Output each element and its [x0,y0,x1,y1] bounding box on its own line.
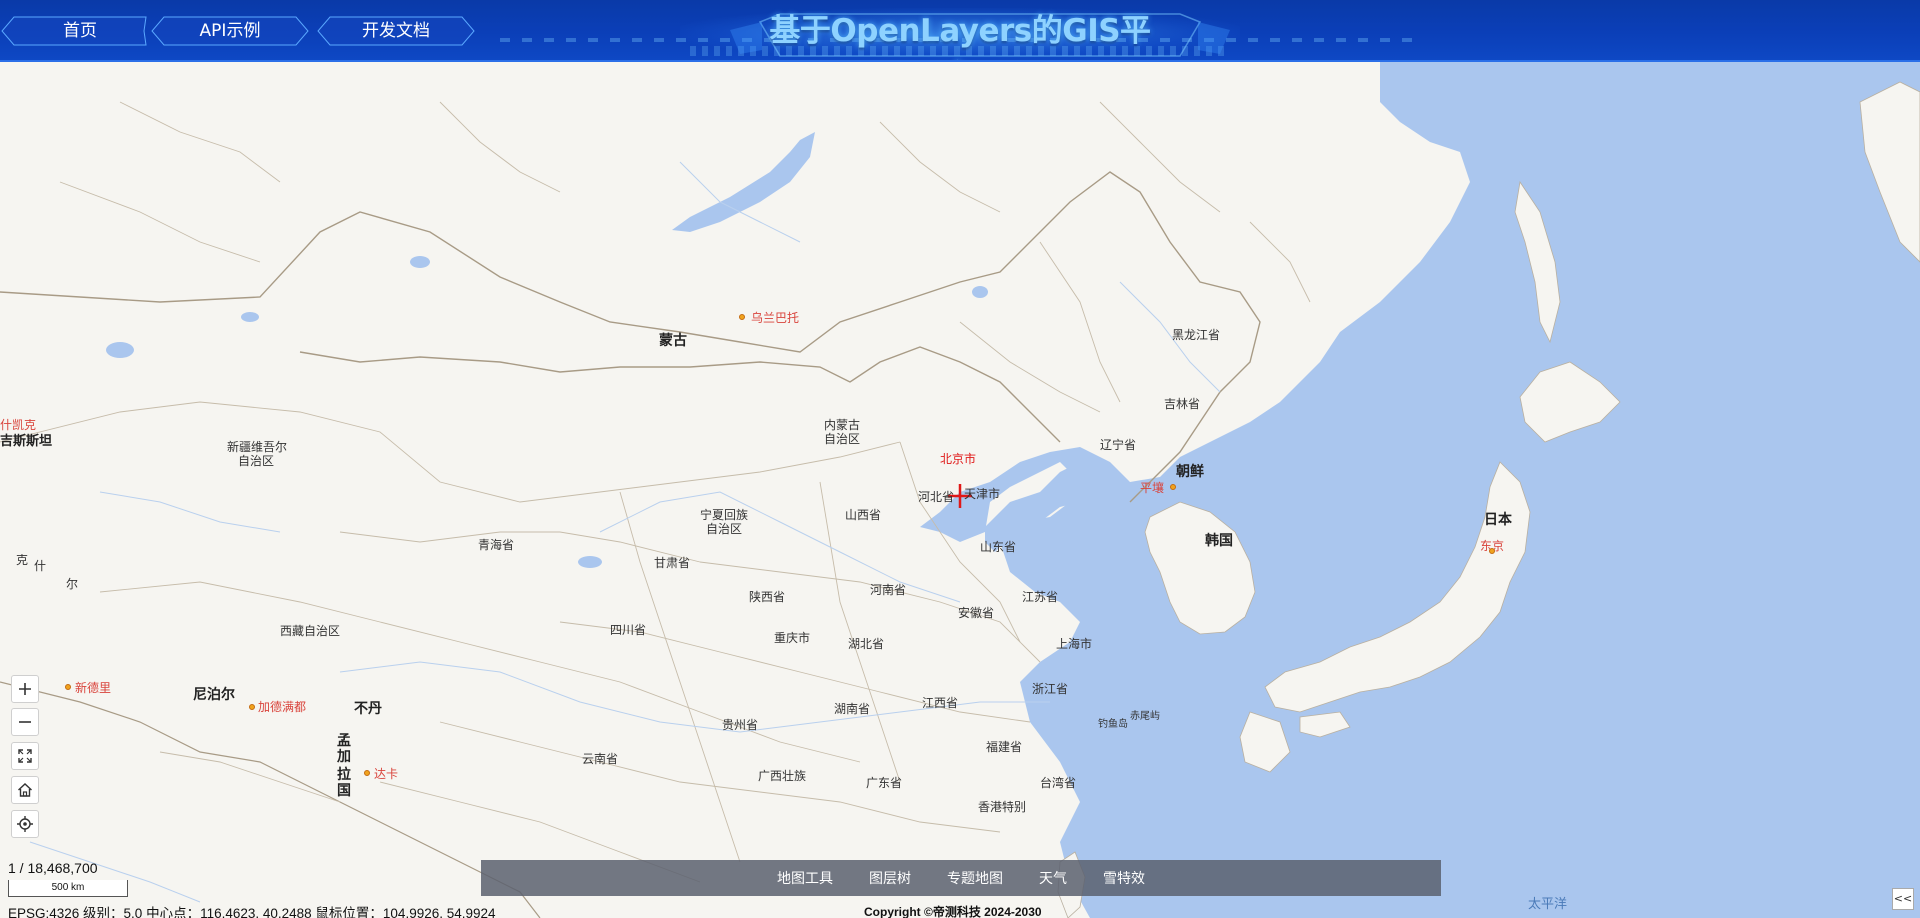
zoom-out-button[interactable] [11,708,39,736]
label-pacific-ocean: 太平洋 [1528,897,1568,912]
zoom-in-button[interactable] [11,675,39,703]
label-japan: 日本 [1484,512,1512,528]
toolbar-thematic-map[interactable]: 专题地图 [929,868,1021,888]
fullscreen-icon [18,749,32,763]
label-hunan: 湖南省 [834,702,871,716]
label-hongkong: 香港特别 [978,800,1027,814]
kathmandu-dot [249,704,255,710]
page-title: 基于OpenLayers的GIS平台 [769,13,1151,60]
scale-ratio: 1 / 18,468,700 [8,860,98,876]
label-inner-mongolia-2: 自治区 [824,432,861,446]
plus-icon [19,683,31,695]
label-bhutan: 不丹 [354,701,382,717]
label-guangxi: 广西壮族 [758,769,807,783]
bottom-toolbar: 地图工具 图层树 专题地图 天气 雪特效 [481,860,1441,896]
toolbar-layer-tree[interactable]: 图层树 [851,868,929,888]
label-diaoyu: 钓鱼岛 [1098,719,1128,730]
tokyo-dot [1489,548,1495,554]
label-south-korea: 韩国 [1205,533,1233,549]
dhaka-dot [364,770,370,776]
nav-dev-docs-button[interactable]: 开发文档 [316,16,476,46]
scale-bar: 500 km [8,880,128,897]
label-qinghai: 青海省 [478,538,515,552]
label-north-korea: 朝鲜 [1176,464,1204,480]
nav-home-label: 首页 [63,21,97,41]
label-inner-mongolia-1: 内蒙古 [824,418,861,432]
label-bangla-2: 加 [337,749,351,765]
coordinate-status: EPSG:4326 级别：5.0 中心点：116.4623, 40.2488 鼠… [8,906,496,918]
label-bangla-4: 国 [337,783,351,799]
label-ningxia-2: 自治区 [706,522,743,536]
label-henan: 河南省 [870,583,907,597]
label-hubei: 湖北省 [848,637,885,651]
label-kashmir-1: 克 [16,553,29,567]
label-guizhou: 贵州省 [722,718,759,732]
label-kashmir-3: 尔 [66,577,79,591]
label-yunnan: 云南省 [582,752,619,766]
locate-button[interactable] [11,810,39,838]
label-chongqing: 重庆市 [774,631,811,645]
label-bangla-1: 孟 [337,733,351,749]
label-shandong: 山东省 [980,540,1017,554]
label-chiwei: 赤尾屿 [1130,711,1160,722]
label-heilongjiang: 黑龙江省 [1172,328,1221,342]
label-bishkek-partial: 什凯克 [0,418,37,432]
label-kyrgyzstan-partial: 吉斯斯坦 [0,434,53,449]
basemap-layer [0,62,1920,918]
label-hebei: 河北省 [918,490,955,504]
minus-icon [19,721,31,723]
label-nepal: 尼泊尔 [193,687,235,703]
label-new-delhi: 新德里 [75,681,112,695]
home-icon [18,783,32,797]
ulaanbaatar-dot [739,314,745,320]
label-kashmir-2: 什 [34,559,47,573]
label-jiangsu: 江苏省 [1022,590,1059,604]
label-dhaka: 达卡 [374,767,399,781]
new-delhi-dot [65,684,71,690]
fullscreen-button[interactable] [11,742,39,770]
label-jilin: 吉林省 [1164,397,1201,411]
label-jiangxi: 江西省 [922,696,959,710]
copyright: Copyright ©帝测科技 2024-2030 [864,905,1042,918]
label-liaoning: 辽宁省 [1100,438,1137,452]
label-bangla-3: 拉 [337,767,351,783]
map-canvas[interactable]: 蒙古 乌兰巴托 黑龙江省 吉林省 辽宁省 内蒙古 自治区 新疆维吾尔 自治区 北… [0,62,1920,918]
label-zhejiang: 浙江省 [1032,682,1069,696]
label-shaanxi: 陕西省 [749,590,786,604]
label-guangdong: 广东省 [866,776,903,790]
label-anhui: 安徽省 [958,606,995,620]
toolbar-map-tools[interactable]: 地图工具 [759,868,851,888]
collapse-panel-button[interactable]: << [1892,888,1914,910]
label-tianjin: 天津市 [964,487,1001,501]
nav-api-examples-label: API示例 [199,21,261,41]
label-taiwan: 台湾省 [1040,776,1077,790]
toolbar-snow-effect[interactable]: 雪特效 [1085,868,1163,888]
label-sichuan: 四川省 [610,623,647,637]
label-shanghai: 上海市 [1056,637,1093,651]
label-xizang: 西藏自治区 [280,624,341,638]
locate-icon [17,816,33,832]
nav-api-examples-button[interactable]: API示例 [150,16,310,46]
label-gansu: 甘肃省 [654,556,691,570]
label-xinjiang-1: 新疆维吾尔 [227,440,288,454]
app-header: 首页 API示例 开发文档 基于OpenLayers的GIS平台 [0,0,1920,62]
label-ningxia-1: 宁夏回族 [700,508,749,522]
nav-home-button[interactable]: 首页 [0,16,160,46]
label-fujian: 福建省 [986,740,1023,754]
label-shanxi: 山西省 [845,508,882,522]
home-button[interactable] [11,776,39,804]
nav-dev-docs-label: 开发文档 [362,21,430,41]
label-ulaanbaatar: 乌兰巴托 [751,311,800,325]
label-xinjiang-2: 自治区 [238,454,275,468]
toolbar-weather[interactable]: 天气 [1021,868,1085,888]
label-kathmandu: 加德满都 [258,700,307,714]
label-pyongyang: 平壤 [1140,481,1165,495]
label-mongolia: 蒙古 [659,333,687,349]
pyongyang-dot [1170,484,1176,490]
label-beijing: 北京市 [940,452,977,466]
